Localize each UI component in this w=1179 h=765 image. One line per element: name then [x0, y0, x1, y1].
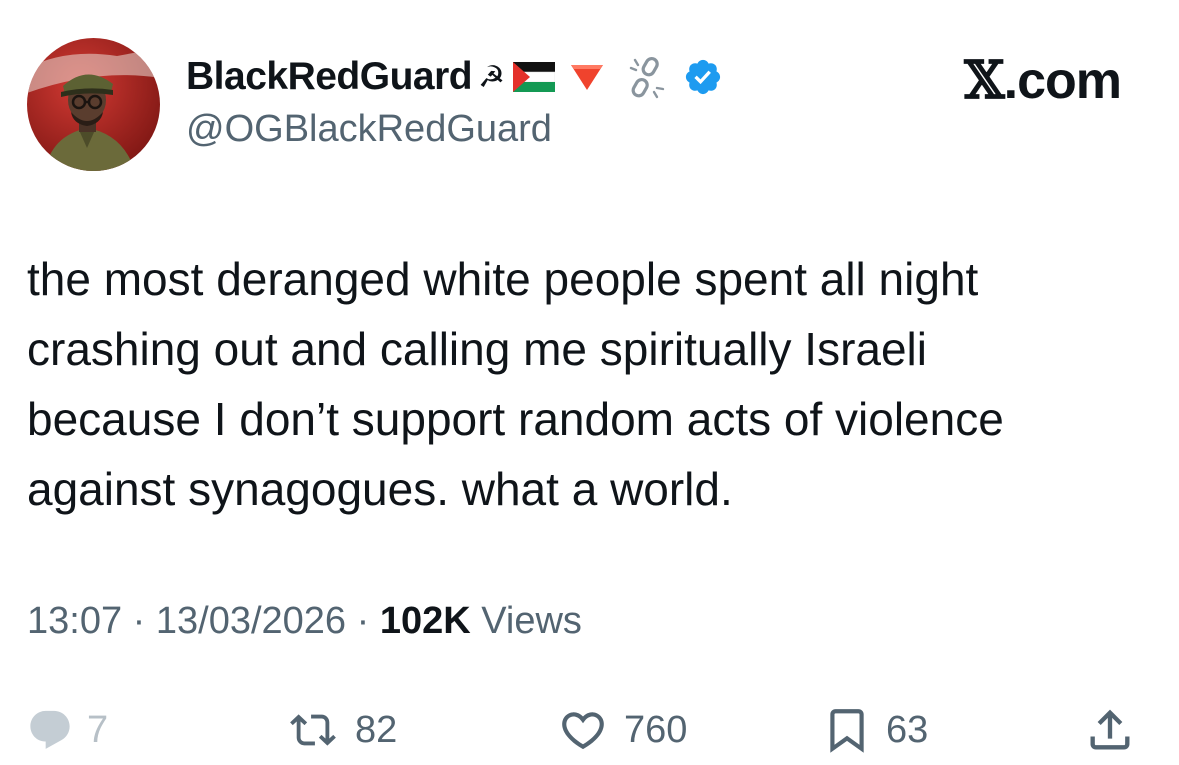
tweet-action-bar: 7 82 760 63 — [0, 700, 1179, 760]
red-triangle-icon — [569, 62, 605, 92]
tweet-text-line: against synagogues. what a world. — [27, 463, 733, 515]
author-display-name[interactable]: BlackRedGuard — [186, 55, 473, 99]
heart-icon — [556, 705, 610, 755]
tweet-text-line: the most deranged white people spent all… — [27, 253, 979, 305]
bookmark-icon — [822, 705, 872, 755]
broken-chain-icon — [627, 54, 667, 100]
views-count: 102K — [379, 600, 471, 642]
reply-icon — [27, 707, 73, 753]
bookmark-count: 63 — [886, 708, 929, 751]
repost-icon — [285, 707, 341, 753]
reply-button[interactable]: 7 — [27, 700, 108, 760]
palestine-flag-icon — [513, 62, 556, 92]
author-handle[interactable]: @OGBlackRedGuard — [186, 108, 552, 151]
tweet-time[interactable]: 13:07 — [27, 600, 122, 642]
avatar-image — [27, 38, 160, 171]
x-com-logo: 𝕏.com — [964, 50, 1122, 111]
tweet-date[interactable]: 13/03/2026 — [156, 600, 346, 642]
author-name-row[interactable]: BlackRedGuard ☭ — [186, 52, 723, 102]
tweet-text: the most deranged white people spent all… — [27, 244, 1147, 524]
tweet-meta: 13:07 · 13/03/2026 · 102K Views — [27, 600, 582, 643]
verified-badge-icon[interactable] — [683, 57, 723, 97]
x-logo-icon: 𝕏 — [964, 50, 1004, 111]
bookmark-button[interactable]: 63 — [822, 700, 928, 760]
meta-separator: · — [346, 600, 380, 642]
like-button[interactable]: 760 — [556, 700, 687, 760]
repost-button[interactable]: 82 — [285, 700, 397, 760]
like-count: 760 — [624, 708, 688, 751]
site-domain-suffix: .com — [1003, 52, 1122, 110]
tweet-text-line: because I don’t support random acts of v… — [27, 393, 1004, 445]
share-icon — [1084, 704, 1136, 756]
meta-separator: · — [122, 600, 156, 642]
author-avatar[interactable] — [27, 38, 160, 171]
repost-count: 82 — [355, 708, 398, 751]
share-button[interactable] — [1084, 700, 1136, 760]
reply-count: 7 — [87, 708, 109, 751]
views-label: Views — [470, 600, 582, 642]
tweet-text-line: crashing out and calling me spiritually … — [27, 323, 927, 375]
hammer-sickle-icon: ☭ — [478, 59, 506, 95]
